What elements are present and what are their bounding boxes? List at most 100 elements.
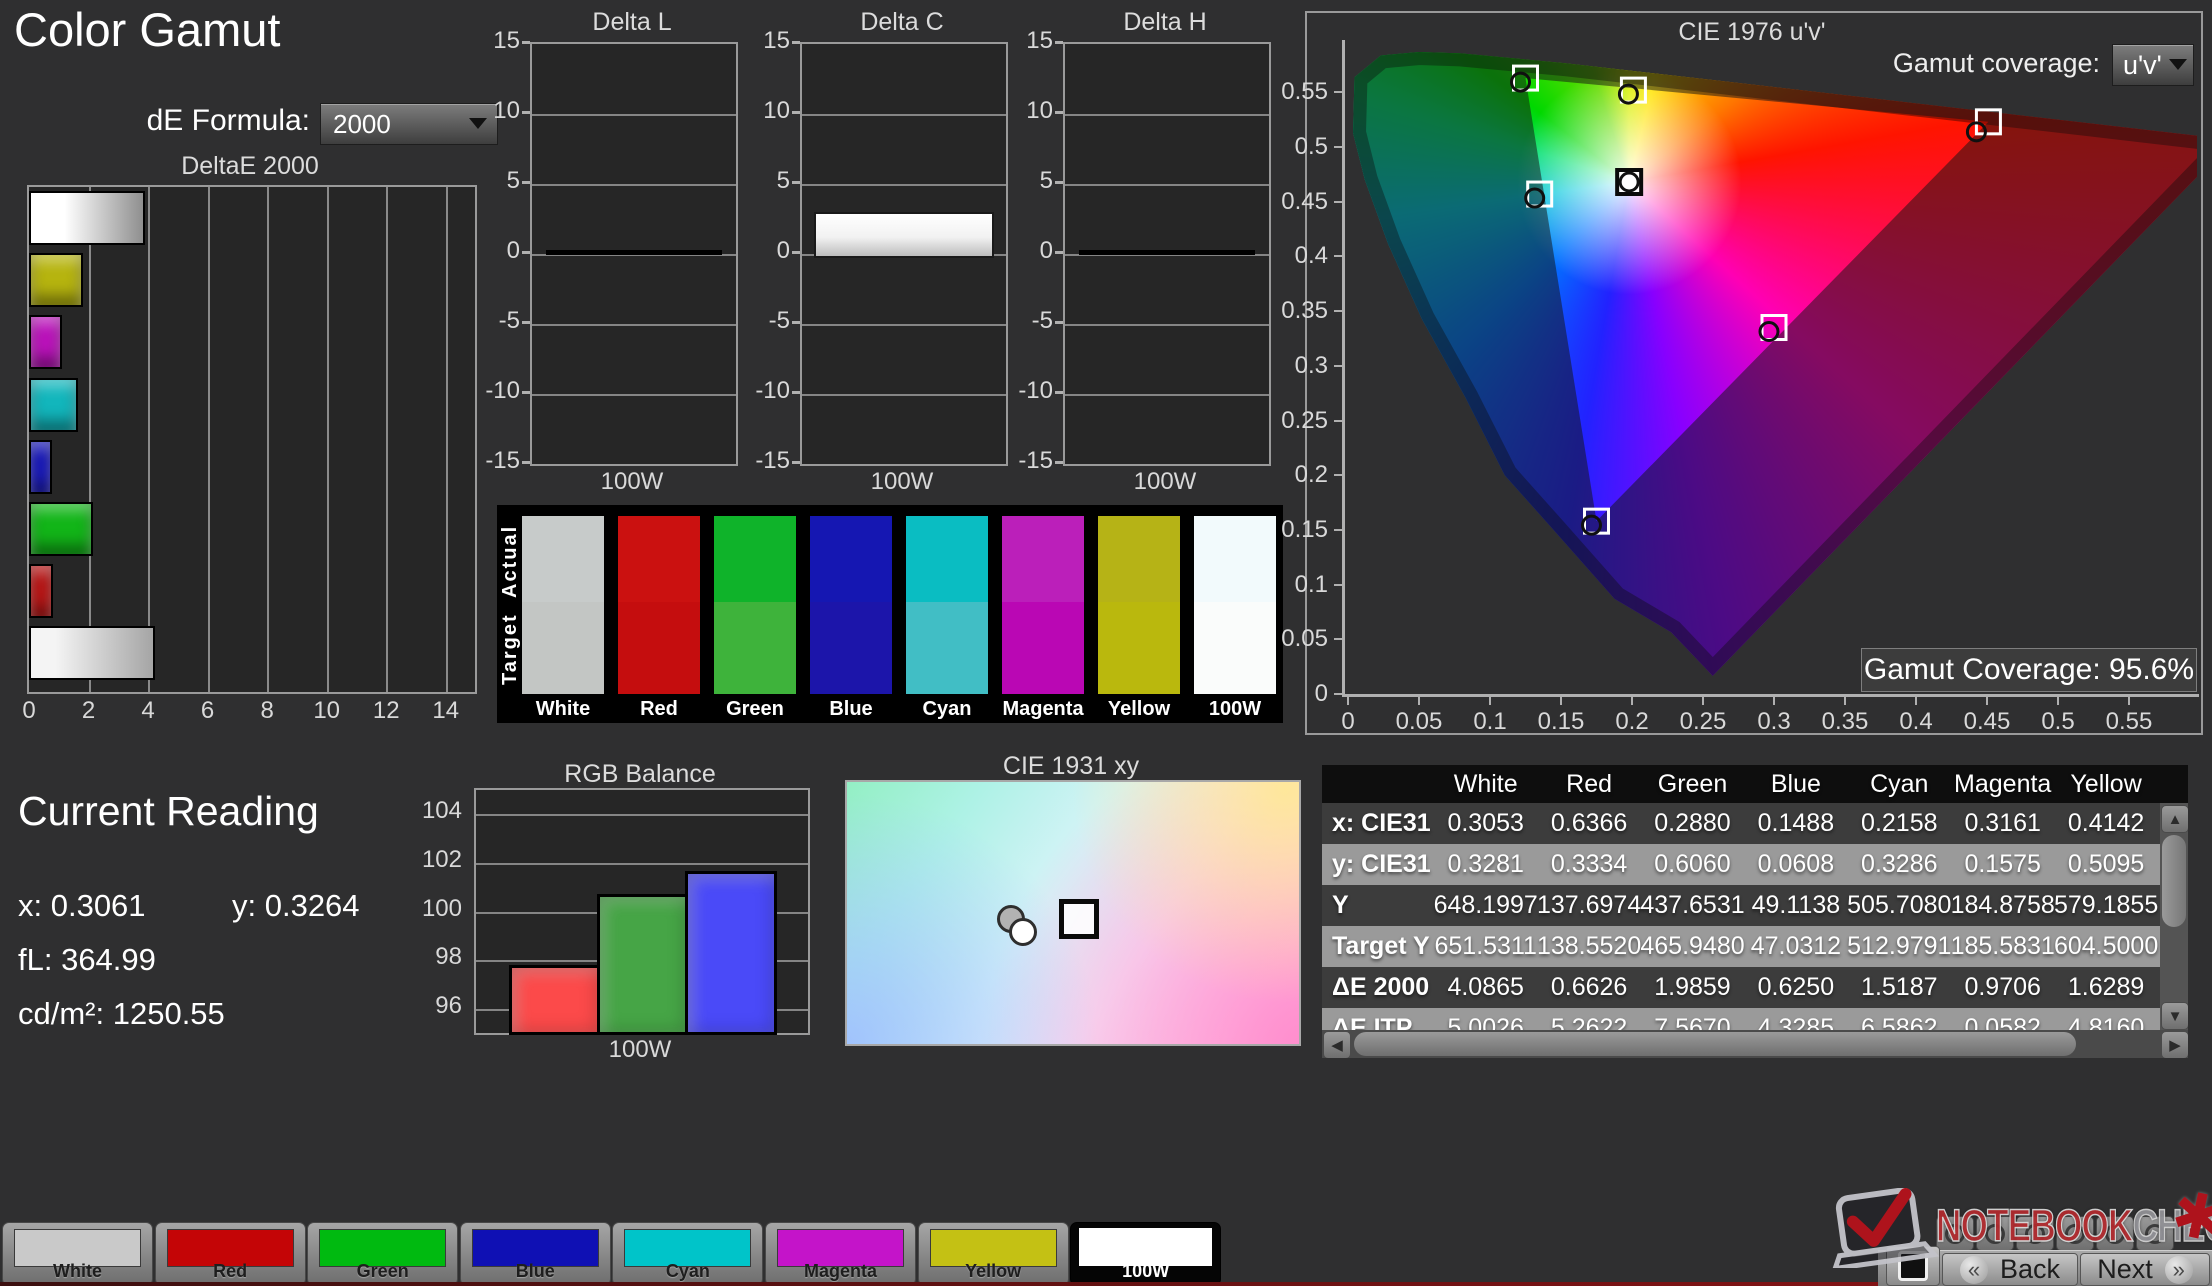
cie-y-tick-label: 0.4 — [1294, 242, 1328, 270]
patch-label: Yellow — [965, 1261, 1022, 1281]
delta-y-tick-label: 5 — [506, 167, 520, 194]
table-cell: 0.1575 — [1964, 850, 2041, 878]
swatch-target-white — [522, 602, 604, 694]
patch-tile-green[interactable]: Green — [307, 1222, 459, 1286]
table-row-label: Target Y — [1332, 932, 1430, 960]
rgb-y-tick-label: 96 — [435, 991, 462, 1019]
swatch-label: Blue — [829, 698, 873, 720]
back-button[interactable]: « Back — [1942, 1253, 2078, 1286]
deltae-gridline — [267, 187, 270, 692]
de-formula-label: dE Formula: — [146, 104, 310, 137]
table-cell: 0.4142 — [2067, 809, 2145, 837]
swatch-label: Cyan — [922, 698, 972, 720]
delta-y-tick-label: -10 — [485, 377, 520, 404]
table-hscroll-thumb[interactable] — [1354, 1032, 2076, 1056]
delta-y-tick-label: 0 — [776, 237, 790, 264]
footer-mini-button[interactable] — [2016, 1216, 2054, 1251]
cie1931-white-point — [1009, 918, 1037, 946]
patch-tile-cyan[interactable]: Cyan — [612, 1222, 764, 1286]
gamut-coverage-readout: Gamut Coverage: 95.6% — [1861, 648, 2197, 692]
table-row: x: CIE31 0.3053 0.6366 0.2880 0.1488 0.2158 0.… — [1322, 803, 2160, 844]
footer-mini-button[interactable] — [2056, 1216, 2094, 1251]
cie-x-tick-label: 0.5 — [2041, 708, 2075, 735]
table-row-label: Y — [1332, 891, 1349, 919]
swatch-actual-blue — [810, 516, 892, 602]
delta-gridline — [532, 114, 736, 116]
patch-label: Green — [356, 1261, 409, 1281]
cie-x-tick-label: 0.1 — [1473, 708, 1507, 735]
cie-y-tick — [1334, 200, 1342, 203]
cie-x-tick — [1986, 697, 1988, 705]
table-cell: 0.3161 — [1964, 809, 2041, 837]
delta-y-tickmark — [792, 111, 800, 114]
delta-gridline — [532, 184, 736, 186]
cie-y-tick — [1334, 310, 1342, 313]
reading-cdm2: cd/m²: 1250.55 — [18, 996, 225, 1031]
table-cell: 579.1855 — [2053, 891, 2159, 919]
deltae-gridline — [326, 187, 329, 692]
cie-x-tick-label: 0.2 — [1615, 708, 1649, 735]
table-cell: 184.8758 — [1950, 891, 2055, 919]
reading-y: y: 0.3264 — [232, 888, 360, 923]
footer-mini-button[interactable] — [1976, 1216, 2014, 1251]
scroll-left-button[interactable]: ◀ — [1323, 1031, 1351, 1058]
scroll-up-button[interactable]: ▲ — [2161, 805, 2188, 833]
delta-y-tickmark — [792, 181, 800, 184]
cie-y-tick — [1334, 91, 1342, 94]
cie-x-tick-label: 0 — [1341, 708, 1355, 735]
footer-mini-button[interactable] — [2136, 1216, 2174, 1251]
window-mode-button[interactable] — [1886, 1246, 1940, 1286]
table-cell: 0.0608 — [1757, 850, 1835, 878]
patch-tile-blue[interactable]: Blue — [459, 1222, 611, 1286]
next-button[interactable]: Next » — [2080, 1253, 2210, 1286]
swatch-actual-cyan — [906, 516, 988, 602]
delta-y-tickmark — [792, 251, 800, 254]
table-cell: 0.3053 — [1447, 809, 1524, 837]
footer-mini-button-glyph — [2105, 1223, 2125, 1244]
footer-mini-button-glyph — [1945, 1223, 1965, 1244]
mini-chart-title: Delta L — [592, 8, 672, 36]
table-cell: 651.5311 — [1434, 932, 1537, 960]
cie-y-tick — [1334, 146, 1342, 148]
delta-y-tick-label: -15 — [1018, 447, 1053, 474]
back-arrows-icon: « — [1959, 1255, 1988, 1284]
footer-mini-button[interactable] — [2096, 1216, 2134, 1251]
footer-mini-button-glyph — [2065, 1223, 2085, 1244]
patch-tile-100w[interactable]: 100W — [1070, 1222, 1222, 1286]
delta-gridline — [802, 394, 1006, 396]
delta-y-tick-label: -5 — [768, 307, 790, 334]
patch-tile-magenta[interactable]: Magenta — [765, 1222, 916, 1286]
swatch-actual-yellow — [1098, 516, 1180, 602]
cie-y-tick — [1334, 693, 1342, 695]
rgb-bar-blue — [685, 871, 777, 1035]
delta-y-tick-label: 0 — [506, 237, 520, 264]
delta-y-tickmark — [1055, 41, 1063, 44]
swatch-target-blue — [810, 602, 892, 694]
cie-x-tick — [2128, 697, 2130, 705]
scroll-down-button[interactable]: ▼ — [2161, 1002, 2188, 1030]
rgb-y-tick-label: 104 — [421, 797, 462, 825]
table-row: Y 648.1997 137.6974 437.6531 49.1138 505.7080… — [1322, 885, 2160, 926]
delta-gridline — [1065, 184, 1269, 186]
patch-label: Red — [213, 1261, 248, 1281]
table-row: ΔE 2000 4.0865 0.6626 1.9859 0.6250 1.5187 0.9… — [1322, 967, 2160, 1008]
delta-y-tick-label: -15 — [485, 447, 520, 474]
table-row-label: ΔE 2000 — [1332, 973, 1430, 1001]
cie-x-tick — [1418, 697, 1420, 705]
cie-y-tick — [1334, 583, 1342, 586]
swatch-target-yellow — [1098, 602, 1180, 694]
deltae-x-tick-label: 12 — [372, 697, 400, 724]
patch-tile-yellow[interactable]: Yellow — [917, 1222, 1069, 1286]
footer-mini-button[interactable] — [1936, 1216, 1974, 1251]
table-cell: 437.6531 — [1640, 891, 1745, 919]
next-button-label: Next — [2097, 1254, 2153, 1284]
swatch-target-green — [714, 602, 796, 694]
delta-y-tick-label: -15 — [755, 447, 790, 474]
reading-x: x: 0.3061 — [18, 888, 146, 923]
patch-tile-white[interactable]: White — [2, 1222, 153, 1286]
patch-tile-red[interactable]: Red — [154, 1222, 306, 1286]
table-vscroll-thumb[interactable] — [2162, 835, 2186, 927]
delta-y-tick-label: 15 — [1026, 27, 1053, 54]
table-cell: 0.2158 — [1861, 809, 1938, 837]
scroll-right-button[interactable]: ▶ — [2161, 1031, 2188, 1058]
